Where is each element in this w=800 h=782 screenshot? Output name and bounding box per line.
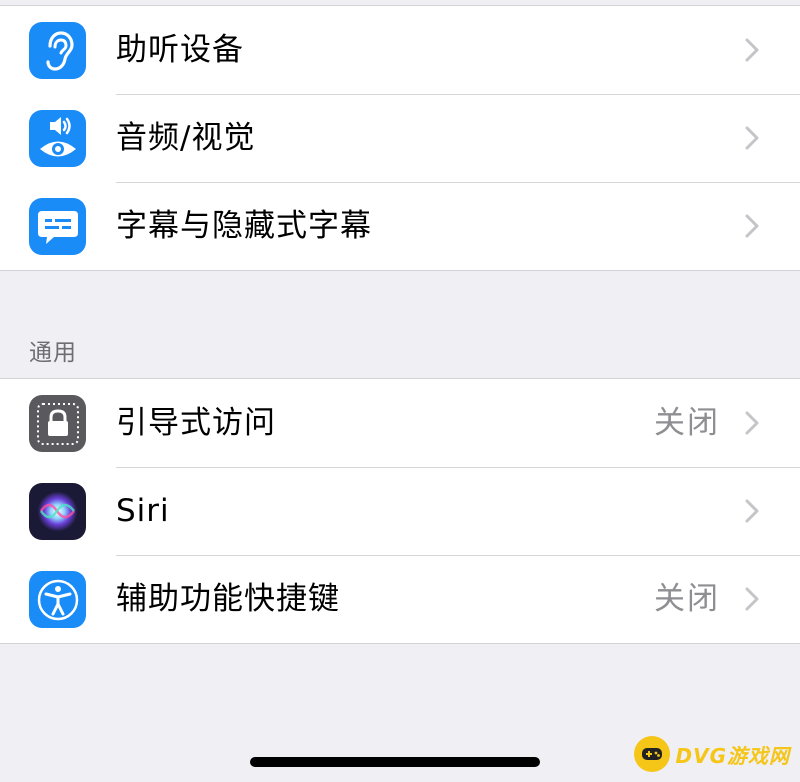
lock-icon [29,395,86,452]
row-label: Siri [116,493,170,529]
row-value: 关闭 [654,405,720,441]
row-label: 辅助功能快捷键 [116,581,340,617]
ear-icon [29,22,86,79]
section-header-general: 通用 [29,340,77,366]
settings-group-general: 引导式访问 关闭 Siri 辅助功能快捷键 关闭 [0,378,800,644]
settings-group-hearing: 助听设备 音频/视觉 字幕与隐藏式字幕 [0,5,800,271]
watermark: DVG游戏网 [633,736,791,772]
chevron-right-icon [745,214,759,238]
home-indicator[interactable] [250,757,540,767]
caption-bubble-icon [29,198,86,255]
chevron-right-icon [745,411,759,435]
chevron-right-icon [745,126,759,150]
row-siri[interactable]: Siri [0,467,800,555]
row-label: 音频/视觉 [116,120,256,156]
row-accessibility-shortcut[interactable]: 辅助功能快捷键 关闭 [0,555,800,643]
row-label: 助听设备 [116,32,244,68]
chevron-right-icon [745,38,759,62]
chevron-right-icon [745,587,759,611]
row-guided-access[interactable]: 引导式访问 关闭 [0,379,800,467]
chevron-right-icon [745,499,759,523]
watermark-text: DVG游戏网 [675,743,790,768]
speaker-eye-icon [29,110,86,167]
row-label: 引导式访问 [116,405,276,441]
row-subtitles-captioning[interactable]: 字幕与隐藏式字幕 [0,182,800,270]
gamepad-logo-icon [633,736,670,772]
row-hearing-devices[interactable]: 助听设备 [0,6,800,94]
row-audio-visual[interactable]: 音频/视觉 [0,94,800,182]
row-value: 关闭 [654,581,720,617]
accessibility-icon [29,571,86,628]
row-label: 字幕与隐藏式字幕 [116,208,372,244]
siri-icon [29,483,86,540]
